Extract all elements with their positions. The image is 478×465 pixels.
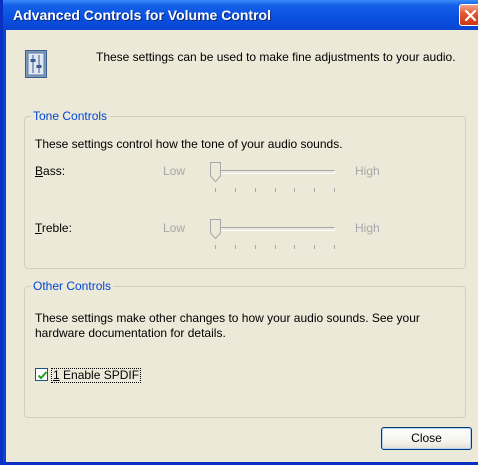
dialog-client-area: These settings can be used to make fine … <box>6 30 478 462</box>
treble-slider-ticks <box>215 245 335 249</box>
treble-low-label: Low <box>163 221 186 235</box>
slider-tick <box>275 188 276 192</box>
other-controls-description: These settings make other changes to how… <box>35 311 420 340</box>
slider-tick <box>255 245 256 249</box>
bass-slider-track[interactable] <box>211 170 335 174</box>
slider-tick <box>215 188 216 192</box>
bass-slider-ticks <box>215 188 335 192</box>
bass-low-label: Low <box>163 164 186 178</box>
tone-controls-description: These settings control how the tone of y… <box>35 137 343 151</box>
other-controls-legend: Other Controls <box>31 279 114 293</box>
close-button[interactable]: Close <box>381 427 472 450</box>
bass-label: Bass: <box>35 164 66 178</box>
other-controls-group: Other Controls These settings make other… <box>24 279 466 418</box>
slider-tick <box>334 245 335 249</box>
bass-slider-thumb[interactable] <box>210 162 221 182</box>
checkmark-icon <box>37 371 48 380</box>
slider-tick <box>334 188 335 192</box>
window-title: Advanced Controls for Volume Control <box>13 7 271 23</box>
close-icon <box>464 9 477 22</box>
slider-tick <box>235 188 236 192</box>
mixer-settings-icon <box>25 50 47 78</box>
close-window-button[interactable] <box>459 4 478 26</box>
slider-tick <box>314 188 315 192</box>
treble-high-label: High <box>355 221 380 235</box>
slider-tick <box>314 245 315 249</box>
slider-tick <box>294 188 295 192</box>
tone-controls-group: Tone Controls These settings control how… <box>24 109 466 269</box>
slider-tick <box>294 245 295 249</box>
intro-description: These settings can be used to make fine … <box>96 50 456 64</box>
treble-label: Treble: <box>35 221 72 235</box>
spdif-checkbox-label[interactable]: 1 Enable SPDIF <box>51 368 142 383</box>
treble-slider-thumb[interactable] <box>210 219 221 239</box>
tone-controls-legend: Tone Controls <box>31 109 110 123</box>
title-bar[interactable]: Advanced Controls for Volume Control <box>3 0 478 30</box>
slider-tick <box>235 245 236 249</box>
treble-slider-track[interactable] <box>211 227 335 231</box>
slider-tick <box>215 245 216 249</box>
bass-high-label: High <box>355 164 380 178</box>
slider-tick <box>275 245 276 249</box>
dialog-window: Advanced Controls for Volume Control The… <box>0 0 478 465</box>
slider-tick <box>255 188 256 192</box>
spdif-checkbox[interactable] <box>35 368 48 381</box>
